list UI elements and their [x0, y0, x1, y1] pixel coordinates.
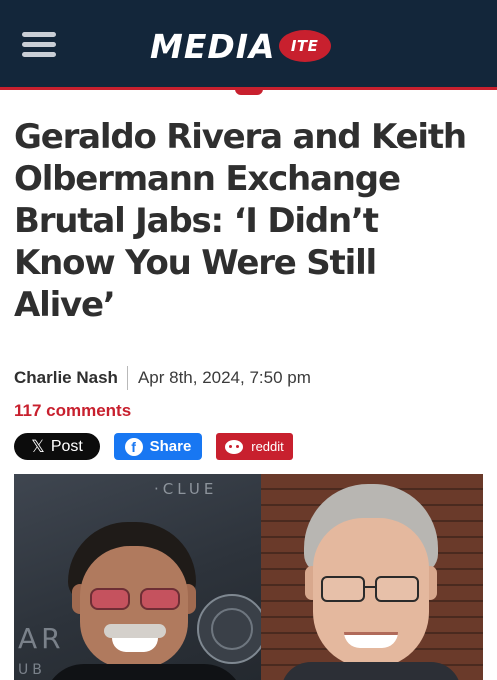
facebook-icon: f	[124, 437, 143, 456]
photo-left-panel: ·CLUE AR UB	[14, 474, 267, 680]
logo-text: MEDIA	[150, 26, 276, 66]
site-logo[interactable]: MEDIA ITE	[150, 26, 331, 66]
author-link[interactable]: Charlie Nash	[14, 368, 118, 388]
tinted-glasses-lens	[90, 588, 130, 610]
byline-divider	[126, 366, 128, 390]
byline: Charlie Nash Apr 8th, 2024, 7:50 pm	[14, 366, 311, 390]
publish-date: Apr 8th, 2024, 7:50 pm	[137, 368, 311, 387]
menu-bar	[22, 42, 56, 47]
share-x-button[interactable]: 𝕏 Post	[14, 433, 100, 460]
backdrop-text: AR	[18, 622, 65, 655]
hamburger-menu-icon[interactable]	[22, 30, 58, 60]
backdrop-seal	[197, 594, 267, 664]
site-header: MEDIA ITE	[0, 0, 497, 90]
eyeglasses-bridge	[365, 586, 375, 588]
eyeglasses-lens	[321, 576, 365, 602]
comments-link[interactable]: 117 comments	[14, 401, 131, 421]
photo-right-panel	[261, 474, 483, 680]
header-accent-tab	[235, 88, 263, 95]
reddit-icon	[225, 439, 244, 454]
x-logo-icon: 𝕏	[31, 436, 45, 456]
eyeglasses-lens	[375, 576, 419, 602]
backdrop-text: ·CLUE	[154, 480, 218, 498]
menu-bar	[22, 52, 56, 57]
person-suit	[44, 664, 244, 680]
person-suit	[281, 662, 461, 680]
logo-badge: ITE	[278, 30, 331, 62]
person-mustache	[104, 624, 166, 638]
article-hero-image: ·CLUE AR UB	[14, 474, 483, 680]
person-smile	[112, 638, 158, 652]
article-headline: Geraldo Rivera and Keith Olbermann Excha…	[14, 117, 467, 325]
share-x-label: Post	[50, 437, 83, 455]
person-smile	[344, 632, 398, 648]
menu-bar	[22, 32, 56, 37]
share-reddit-button[interactable]: reddit	[216, 433, 293, 460]
backdrop-text: UB	[18, 662, 46, 678]
share-facebook-button[interactable]: f Share	[114, 433, 202, 460]
share-reddit-label: reddit	[251, 439, 284, 454]
share-facebook-label: Share	[149, 438, 192, 455]
tinted-glasses-lens	[140, 588, 180, 610]
